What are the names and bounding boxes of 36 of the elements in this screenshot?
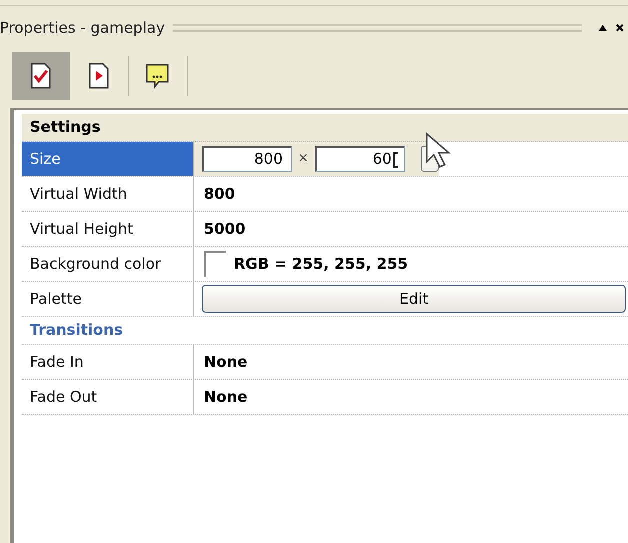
property-label-cell[interactable]: Virtual Width xyxy=(22,177,194,211)
property-value: RGB = 255, 255, 255 xyxy=(234,254,408,275)
property-value: 800 xyxy=(203,184,236,205)
property-label-cell[interactable]: Size xyxy=(22,142,194,176)
drag-grip[interactable] xyxy=(173,24,582,32)
property-label: Fade Out xyxy=(30,386,98,408)
height-value: 60 xyxy=(372,149,392,170)
height-field[interactable]: 60 xyxy=(314,146,405,172)
property-label-cell[interactable]: Virtual Height xyxy=(22,212,194,246)
play-document-icon xyxy=(88,63,110,89)
property-label: Virtual Height xyxy=(30,218,134,240)
property-label: Virtual Width xyxy=(30,184,128,205)
text-cursor-icon xyxy=(392,152,398,168)
property-label-cell[interactable]: Fade In xyxy=(22,345,194,379)
note-icon xyxy=(145,63,171,89)
collapse-icon[interactable] xyxy=(598,24,608,32)
property-label-cell[interactable]: Palette xyxy=(22,282,194,316)
property-value: 5000 xyxy=(203,218,246,240)
edit-button[interactable]: Edit xyxy=(202,285,626,313)
property-value: None xyxy=(203,352,248,373)
property-label-cell[interactable]: Background color xyxy=(22,247,194,281)
property-label-cell[interactable]: Fade Out xyxy=(22,380,194,414)
property-label: Background color xyxy=(30,254,162,275)
mouse-pointer-icon xyxy=(424,132,453,170)
close-icon[interactable] xyxy=(616,24,624,32)
panel-title: Properties - gameplay xyxy=(0,18,166,39)
category-header: Transitions xyxy=(29,320,124,342)
property-value: None xyxy=(203,386,248,408)
property-label: Palette xyxy=(30,288,82,310)
width-field[interactable]: 800 xyxy=(202,146,292,172)
category-header: Settings xyxy=(29,117,102,138)
toolbar-button[interactable] xyxy=(12,52,70,100)
checked-document-icon xyxy=(30,63,52,89)
property-label: Fade In xyxy=(30,352,84,373)
property-label: Size xyxy=(30,148,61,170)
times-sign: × xyxy=(298,150,309,168)
